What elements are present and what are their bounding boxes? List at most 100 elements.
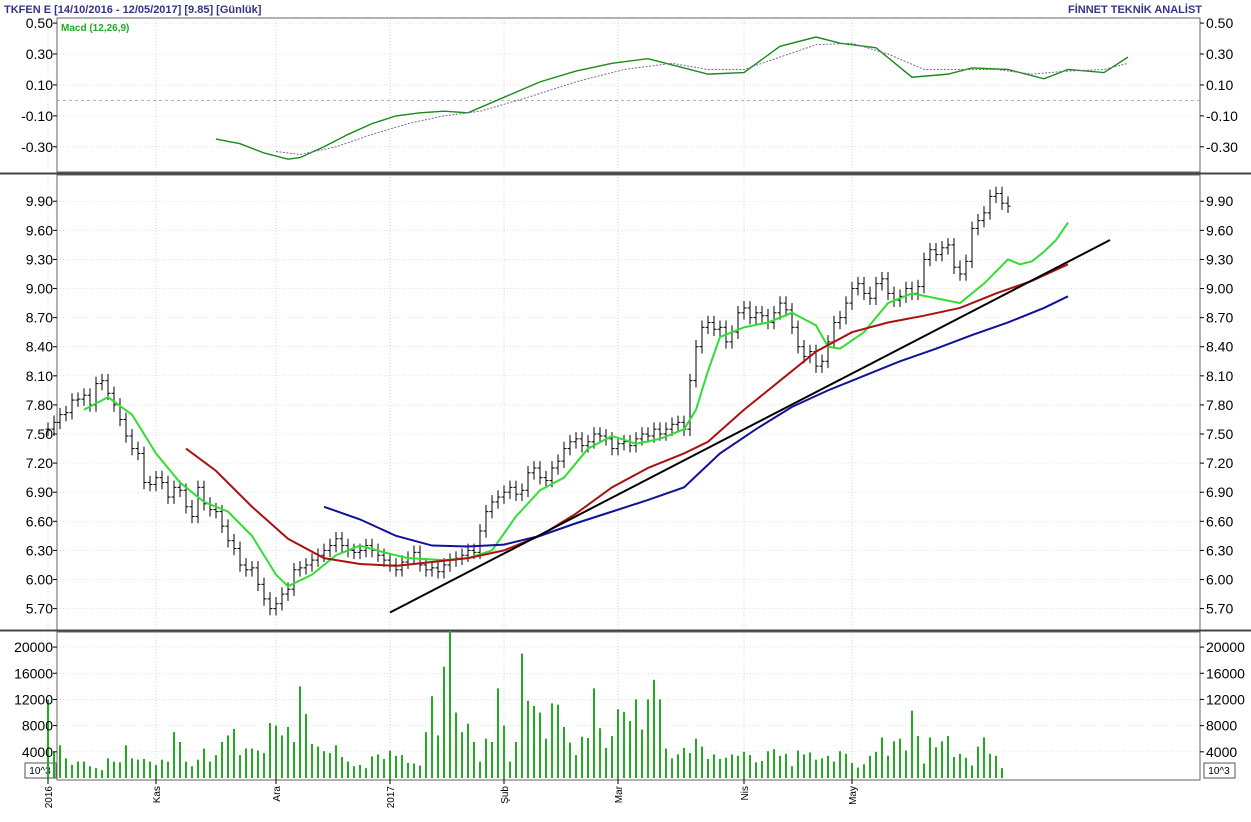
volume-bar bbox=[107, 758, 109, 778]
volume-bar bbox=[425, 732, 427, 778]
volume-bar bbox=[689, 753, 691, 778]
volume-bar bbox=[665, 748, 667, 778]
volume-bar bbox=[149, 761, 151, 778]
volume-bar bbox=[929, 737, 931, 778]
volume-bar bbox=[635, 699, 637, 778]
volume-bar bbox=[659, 699, 661, 778]
volume-bar bbox=[551, 703, 553, 778]
macd-y-tick-label-left: -0.30 bbox=[21, 139, 53, 155]
volume-bar bbox=[269, 723, 271, 778]
volume-bar bbox=[863, 764, 865, 778]
volume-bar bbox=[179, 742, 181, 778]
volume-y-tick-label-right: 8000 bbox=[1206, 718, 1237, 734]
volume-bar bbox=[479, 761, 481, 778]
volume-bar bbox=[509, 761, 511, 778]
volume-bar bbox=[941, 741, 943, 778]
volume-bar bbox=[851, 762, 853, 778]
volume-bar bbox=[473, 742, 475, 778]
volume-bar bbox=[761, 760, 763, 778]
volume-bar bbox=[203, 748, 205, 778]
volume-bar bbox=[797, 750, 799, 778]
volume-bar bbox=[839, 751, 841, 778]
price-y-tick-label-right: 6.00 bbox=[1206, 572, 1233, 588]
volume-bar bbox=[725, 757, 727, 778]
volume-bar bbox=[881, 737, 883, 778]
volume-bar bbox=[563, 726, 565, 778]
price-y-tick-label-left: 6.60 bbox=[26, 513, 53, 529]
volume-bar bbox=[731, 754, 733, 778]
volume-bar bbox=[95, 768, 97, 778]
x-tick-label: Kas bbox=[152, 786, 163, 803]
volume-bar bbox=[1001, 768, 1003, 778]
volume-bar bbox=[359, 764, 361, 778]
volume-bar bbox=[83, 761, 85, 778]
volume-bar bbox=[71, 764, 73, 778]
volume-bar bbox=[401, 755, 403, 778]
volume-bar bbox=[827, 755, 829, 778]
macd-y-tick-label-left: 0.50 bbox=[26, 15, 53, 31]
volume-bar bbox=[953, 757, 955, 778]
volume-bar bbox=[101, 770, 103, 778]
volume-bar bbox=[461, 732, 463, 778]
price-y-tick-label-left: 9.30 bbox=[26, 251, 53, 267]
volume-bar bbox=[431, 696, 433, 778]
volume-bar bbox=[467, 723, 469, 778]
volume-bar bbox=[857, 767, 859, 778]
volume-bar bbox=[947, 736, 949, 778]
volume-bar bbox=[611, 736, 613, 778]
volume-bar bbox=[755, 762, 757, 778]
volume-bar bbox=[353, 766, 355, 778]
volume-bar bbox=[275, 725, 277, 778]
x-tick-label: May bbox=[848, 786, 859, 805]
volume-y-tick-label-left: 8000 bbox=[22, 718, 53, 734]
volume-y-tick-label-left: 20000 bbox=[14, 639, 53, 655]
x-tick-label: Şub bbox=[500, 786, 511, 804]
volume-bar bbox=[539, 712, 541, 778]
volume-bar bbox=[989, 753, 991, 778]
volume-bar bbox=[395, 755, 397, 778]
price-y-tick-label-left: 9.90 bbox=[26, 193, 53, 209]
price-y-tick-label-right: 6.60 bbox=[1206, 513, 1233, 529]
volume-y-tick-label-right: 4000 bbox=[1206, 744, 1237, 760]
volume-bar bbox=[959, 753, 961, 778]
volume-bar bbox=[527, 700, 529, 778]
volume-bar bbox=[137, 759, 139, 778]
volume-bar bbox=[449, 630, 451, 778]
volume-bar bbox=[935, 747, 937, 778]
price-y-tick-label-right: 7.80 bbox=[1206, 397, 1233, 413]
macd-y-tick-label-right: 0.50 bbox=[1206, 15, 1233, 31]
price-y-tick-label-left: 9.60 bbox=[26, 222, 53, 238]
volume-bar bbox=[599, 728, 601, 778]
volume-bar bbox=[89, 766, 91, 778]
volume-bar bbox=[347, 761, 349, 778]
volume-bar bbox=[329, 753, 331, 778]
volume-bar bbox=[503, 725, 505, 778]
volume-bar bbox=[437, 735, 439, 778]
volume-bar bbox=[389, 750, 391, 778]
volume-bar bbox=[737, 755, 739, 778]
price-y-tick-label-left: 7.80 bbox=[26, 397, 53, 413]
volume-bar bbox=[323, 751, 325, 778]
volume-bar bbox=[743, 751, 745, 778]
price-y-tick-label-left: 5.70 bbox=[26, 601, 53, 617]
volume-bar bbox=[647, 699, 649, 778]
price-y-tick-label-left: 8.40 bbox=[26, 339, 53, 355]
volume-bar bbox=[833, 761, 835, 778]
price-y-tick-label-right: 9.90 bbox=[1206, 193, 1233, 209]
volume-bar bbox=[629, 721, 631, 778]
price-y-tick-label-right: 9.60 bbox=[1206, 222, 1233, 238]
x-tick-label: Ara bbox=[272, 786, 283, 802]
x-tick-label: Mar bbox=[614, 785, 625, 803]
volume-bar bbox=[701, 746, 703, 778]
volume-bar bbox=[911, 710, 913, 778]
volume-bar bbox=[53, 751, 55, 778]
volume-bar bbox=[191, 766, 193, 778]
volume-bar bbox=[47, 699, 49, 778]
volume-bar bbox=[815, 759, 817, 778]
volume-bar bbox=[683, 747, 685, 778]
volume-y-tick-label-right: 20000 bbox=[1206, 639, 1245, 655]
volume-bar bbox=[995, 755, 997, 778]
volume-bar bbox=[371, 756, 373, 778]
volume-bar bbox=[155, 764, 157, 778]
volume-bar bbox=[671, 758, 673, 778]
